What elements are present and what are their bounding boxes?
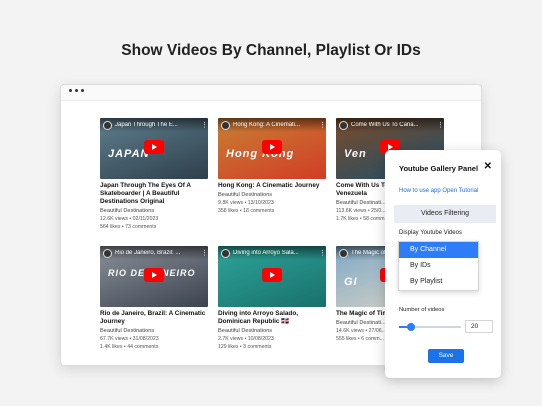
display-videos-label: Display Youtube Videos <box>399 230 462 236</box>
more-options-icon[interactable]: ⋮ <box>319 121 326 129</box>
thumbnail-title: Japan Through The E... <box>115 122 178 128</box>
channel-avatar <box>221 120 230 130</box>
slider-handle[interactable] <box>407 323 416 331</box>
video-card[interactable]: Japan Through The E... ⋮ JAPAN Japan Thro… <box>100 118 208 230</box>
more-options-icon[interactable]: ⋮ <box>201 121 208 129</box>
thumbnail-overlay-text: Ven <box>344 148 367 160</box>
page-headline: Show Videos By Channel, Playlist Or IDs <box>121 42 421 59</box>
video-channel: Beautiful Destinations <box>100 208 155 214</box>
video-views-date: 2.7K views • 10/08/2023 <box>218 336 274 342</box>
video-thumbnail[interactable]: Hong Kong: A Cinemati... ⋮ Hong Kong <box>218 118 326 179</box>
number-of-videos-slider[interactable] <box>399 323 461 331</box>
more-options-icon[interactable]: ⋮ <box>201 249 208 257</box>
video-channel: Beautiful Destinations <box>218 328 273 334</box>
thumbnail-title: Come With Us To Cana... <box>351 122 419 128</box>
thumbnail-overlay-text: GI <box>344 276 358 288</box>
video-channel: Beautiful Destinations <box>100 328 155 334</box>
thumbnail-title: Rio de Janeiro, Brazil: ... <box>115 250 181 256</box>
video-likes-comments: 358 likes • 18 comments <box>218 208 275 214</box>
option-by-playlist[interactable]: By Playlist <box>399 274 478 290</box>
video-likes-comments: 129 likes • 3 comments <box>218 344 272 350</box>
video-card[interactable]: Diving into Arroyo Sala... ⋮ Diving into … <box>218 246 326 350</box>
display-videos-dropdown[interactable]: By Channel By IDs By Playlist <box>398 241 479 291</box>
thumbnail-overlay-text: Hong Kong <box>226 148 295 160</box>
video-thumbnail[interactable]: Rio de Janeiro, Brazil: ... ⋮ RIO DE JANE… <box>100 246 208 307</box>
more-options-icon[interactable]: ⋮ <box>319 249 326 257</box>
close-icon[interactable]: ✕ <box>484 161 492 172</box>
video-likes-comments: 1.4K likes • 44 comments <box>100 344 159 350</box>
video-views-date: 12.6K views • 02/11/2023 <box>100 216 159 222</box>
tutorial-link[interactable]: How to use app Open Tutorial <box>399 188 478 194</box>
play-icon[interactable] <box>262 140 282 154</box>
video-thumbnail[interactable]: Japan Through The E... ⋮ JAPAN <box>100 118 208 179</box>
video-views-date: 9.8K views • 13/10/2023 <box>218 200 274 206</box>
channel-avatar <box>221 248 230 258</box>
browser-toolbar <box>61 85 481 101</box>
panel-title: Youtube Gallery Panel <box>399 164 479 173</box>
channel-avatar <box>339 248 348 258</box>
video-channel: Beautiful Destinations <box>218 192 273 198</box>
save-button[interactable]: Save <box>428 349 464 363</box>
youtube-gallery-panel: Youtube Gallery Panel ✕ How to use app O… <box>385 150 501 378</box>
option-by-channel[interactable]: By Channel <box>399 242 478 258</box>
thumbnail-title: Diving into Arroyo Sala... <box>233 250 299 256</box>
channel-avatar <box>339 120 348 130</box>
channel-avatar <box>103 120 112 130</box>
video-title[interactable]: Diving into Arroyo Salado, Dominican Rep… <box>218 310 326 326</box>
option-by-ids[interactable]: By IDs <box>399 258 478 274</box>
videos-filtering-section: Videos Filtering <box>394 205 496 223</box>
thumbnail-title: Hong Kong: A Cinemati... <box>233 122 301 128</box>
channel-avatar <box>103 248 112 258</box>
video-likes-comments: 564 likes • 73 comments <box>100 224 157 230</box>
video-title[interactable]: Japan Through The Eyes Of A Skateboarder… <box>100 182 208 206</box>
number-of-videos-input[interactable]: 20 <box>465 320 493 333</box>
video-card[interactable]: Rio de Janeiro, Brazil: ... ⋮ RIO DE JANE… <box>100 246 208 350</box>
play-icon[interactable] <box>262 268 282 282</box>
video-card[interactable]: Hong Kong: A Cinemati... ⋮ Hong Kong Hong… <box>218 118 326 214</box>
window-dots-icon <box>69 89 84 92</box>
video-views-date: 67.7K views • 31/08/2023 <box>100 336 159 342</box>
video-title[interactable]: Rio de Janeiro, Brazil: A Cinematic Jour… <box>100 310 208 326</box>
video-thumbnail[interactable]: Diving into Arroyo Sala... ⋮ <box>218 246 326 307</box>
play-icon[interactable] <box>144 268 164 282</box>
play-icon[interactable] <box>144 140 164 154</box>
video-title[interactable]: Hong Kong: A Cinematic Journey <box>218 182 326 190</box>
more-options-icon[interactable]: ⋮ <box>437 121 444 129</box>
number-of-videos-label: Number of videos <box>399 307 445 313</box>
